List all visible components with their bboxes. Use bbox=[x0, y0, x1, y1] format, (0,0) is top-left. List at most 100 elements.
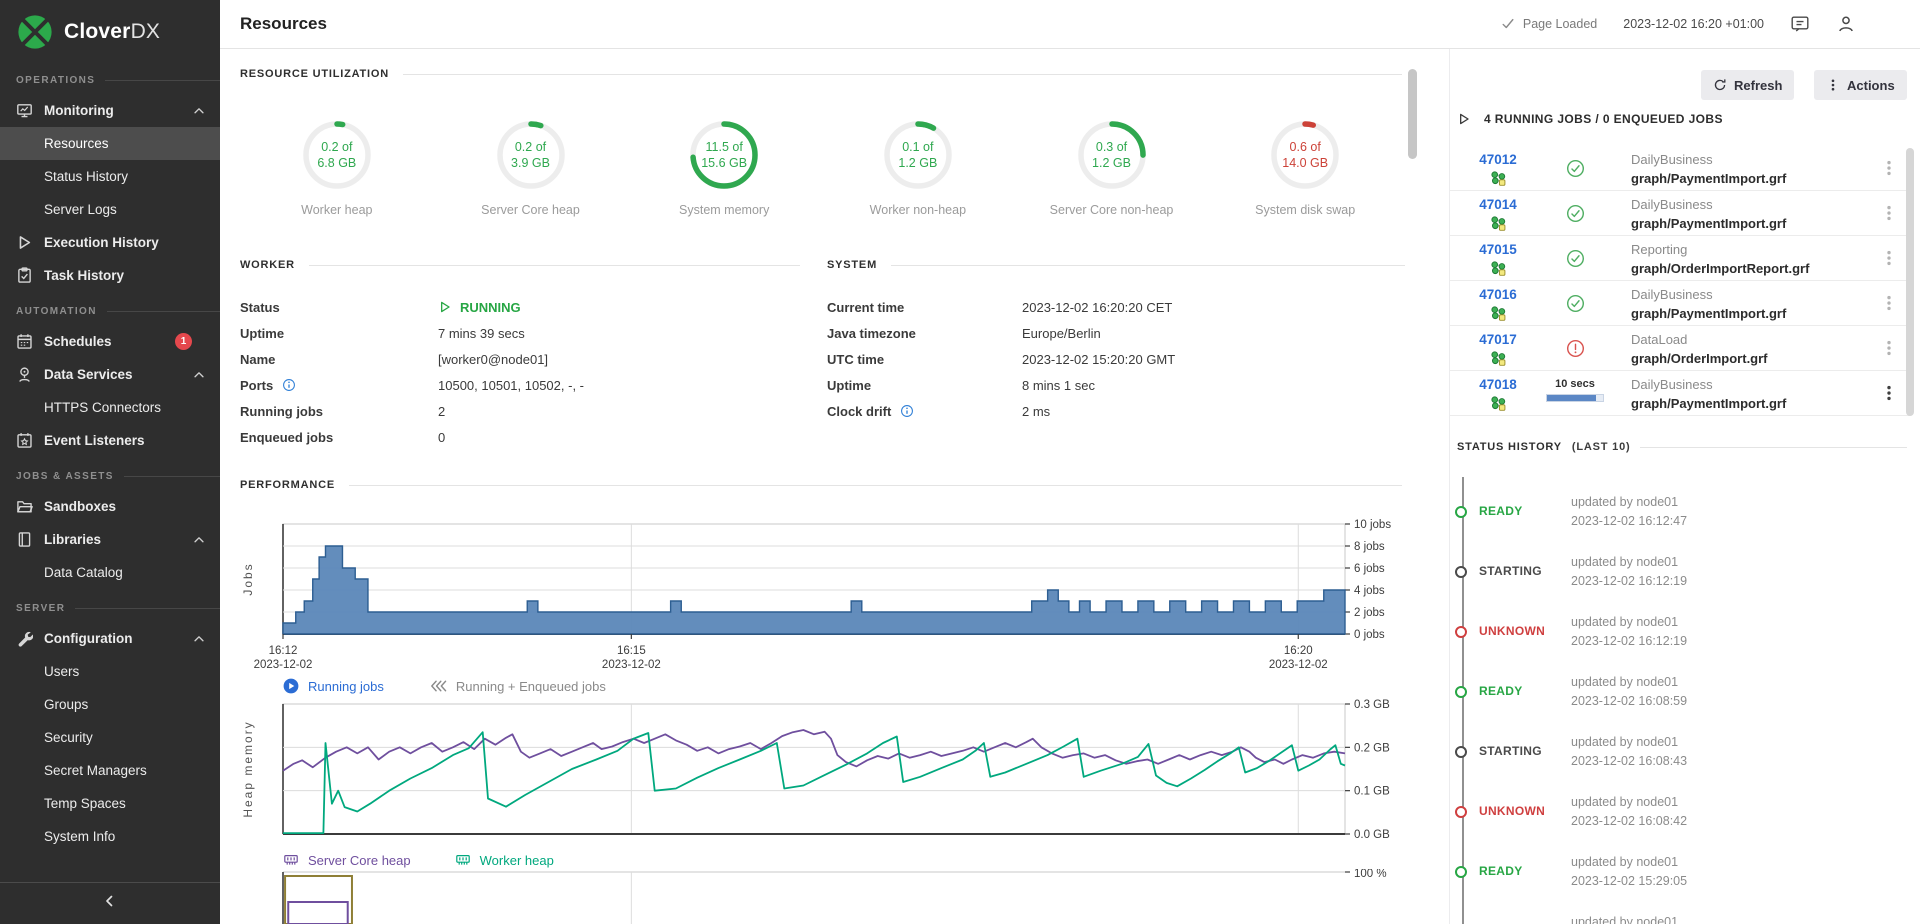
worker-label-running-jobs: Running jobs bbox=[240, 404, 438, 419]
page-load-status-label: Page Loaded bbox=[1523, 17, 1597, 31]
system-label-clock-drift: Clock drift bbox=[827, 404, 1022, 419]
sidebar-item-libraries[interactable]: Libraries bbox=[0, 523, 220, 556]
job-progress: 10 secs bbox=[1546, 378, 1604, 402]
feedback-icon[interactable] bbox=[1790, 14, 1810, 34]
sidebar-item-temp-spaces[interactable]: Temp Spaces bbox=[0, 787, 220, 820]
legend-worker-heap[interactable]: Worker heap bbox=[455, 852, 554, 868]
worker-label-status: Status bbox=[240, 300, 438, 315]
play-outline-icon bbox=[438, 300, 452, 314]
job-id-link[interactable]: 47018 bbox=[1479, 377, 1517, 392]
sidebar-item-schedules[interactable]: Schedules1 bbox=[0, 325, 220, 358]
row-label: Running jobs bbox=[240, 404, 323, 419]
job-id-block: 47017 bbox=[1468, 331, 1528, 367]
info-icon[interactable] bbox=[900, 404, 914, 418]
sidebar-item-execution-history[interactable]: Execution History bbox=[0, 226, 220, 259]
sidebar-item-users[interactable]: Users bbox=[0, 655, 220, 688]
job-id-block: 47018 bbox=[1468, 376, 1528, 412]
sidebar-item-resources[interactable]: Resources bbox=[0, 127, 220, 160]
sidebar-item-label: Resources bbox=[44, 136, 109, 151]
gauge-system-memory: 11.5 of15.6 GBSystem memory bbox=[627, 111, 821, 217]
timeline-dot bbox=[1455, 806, 1467, 818]
sidebar-item-task-history[interactable]: Task History bbox=[0, 259, 220, 292]
svg-text:0.1 GB: 0.1 GB bbox=[1354, 786, 1390, 798]
job-row-47014[interactable]: 47014DailyBusinessgraph/PaymentImport.gr… bbox=[1450, 191, 1910, 236]
sidebar-item-configuration[interactable]: Configuration bbox=[0, 622, 220, 655]
job-id-block: 47012 bbox=[1468, 151, 1528, 187]
history-status-label: READY bbox=[1479, 684, 1569, 698]
sidebar-item-event-listeners[interactable]: Event Listeners bbox=[0, 424, 220, 457]
worker-value-enqueued-jobs: 0 bbox=[438, 430, 445, 445]
job-row-47016[interactable]: 47016DailyBusinessgraph/PaymentImport.gr… bbox=[1450, 281, 1910, 326]
gauge-used: 0.2 of bbox=[321, 139, 352, 155]
sidebar-item-system-info[interactable]: System Info bbox=[0, 820, 220, 853]
job-menu-kebab-icon[interactable] bbox=[1880, 294, 1898, 312]
worker-label-enqueued-jobs: Enqueued jobs bbox=[240, 430, 438, 445]
gauge-value: 0.2 of6.8 GB bbox=[301, 119, 373, 191]
svg-text:16:12: 16:12 bbox=[269, 645, 298, 657]
history-status-label: UNKNOWN bbox=[1479, 804, 1569, 818]
sidebar-item-status-history[interactable]: Status History bbox=[0, 160, 220, 193]
job-row-47017[interactable]: 47017DataLoadgraph/OrderImport.grf bbox=[1450, 326, 1910, 371]
job-menu-kebab-icon[interactable] bbox=[1880, 204, 1898, 222]
gauge-server-core-non-heap: 0.3 of1.2 GBServer Core non-heap bbox=[1015, 111, 1209, 217]
logo: CloverDX bbox=[0, 0, 220, 61]
history-status-label: READY bbox=[1479, 504, 1569, 518]
gauge-label: Server Core non-heap bbox=[1050, 203, 1174, 217]
sidebar-item-sandboxes[interactable]: Sandboxes bbox=[0, 490, 220, 523]
legend-server-core-heap[interactable]: Server Core heap bbox=[283, 852, 411, 868]
panel-scrollbar-thumb[interactable] bbox=[1906, 148, 1914, 416]
job-name: DailyBusinessgraph/PaymentImport.grf bbox=[1631, 375, 1786, 413]
server-timestamp: 2023-12-02 16:20 +01:00 bbox=[1623, 17, 1764, 31]
sidebar-collapse-button[interactable] bbox=[0, 882, 220, 924]
svg-text:100 %: 100 % bbox=[1354, 869, 1387, 880]
job-menu-kebab-icon[interactable] bbox=[1880, 384, 1898, 402]
monitor-icon bbox=[16, 102, 33, 119]
graph-file-icon bbox=[1490, 170, 1507, 187]
section-divider bbox=[105, 80, 220, 81]
history-timestamp: 2023-12-02 15:29:05 bbox=[1571, 872, 1687, 891]
sidebar-item-label: HTTPS Connectors bbox=[44, 400, 161, 415]
job-row-47018[interactable]: 47018 10 secs DailyBusinessgraph/PaymentIm… bbox=[1450, 371, 1910, 416]
job-row-47012[interactable]: 47012DailyBusinessgraph/PaymentImport.gr… bbox=[1450, 146, 1910, 191]
job-menu-kebab-icon[interactable] bbox=[1880, 339, 1898, 357]
sidebar-item-label: Security bbox=[44, 730, 93, 745]
job-menu-kebab-icon[interactable] bbox=[1880, 159, 1898, 177]
sidebar-item-monitoring[interactable]: Monitoring bbox=[0, 94, 220, 127]
cloverdx-logo-icon bbox=[16, 13, 54, 51]
job-path: graph/PaymentImport.grf bbox=[1631, 169, 1786, 188]
actions-button[interactable]: Actions bbox=[1814, 70, 1907, 100]
play-outline-icon bbox=[1457, 112, 1471, 126]
svg-text:2 jobs: 2 jobs bbox=[1354, 607, 1385, 619]
worker-label-uptime: Uptime bbox=[240, 326, 438, 341]
status-text: RUNNING bbox=[460, 300, 521, 315]
worker-label-ports: Ports bbox=[240, 378, 438, 393]
job-id-link[interactable]: 47016 bbox=[1479, 287, 1517, 302]
row-label: Name bbox=[240, 352, 275, 367]
sidebar-item-groups[interactable]: Groups bbox=[0, 688, 220, 721]
job-row-47015[interactable]: 47015Reportinggraph/OrderImportReport.gr… bbox=[1450, 236, 1910, 281]
job-menu-kebab-icon[interactable] bbox=[1880, 249, 1898, 267]
sidebar-item-data-catalog[interactable]: Data Catalog bbox=[0, 556, 220, 589]
main-scrollbar-thumb[interactable] bbox=[1408, 69, 1417, 159]
refresh-button[interactable]: Refresh bbox=[1701, 70, 1794, 100]
user-icon[interactable] bbox=[1836, 14, 1856, 34]
job-id-link[interactable]: 47015 bbox=[1479, 242, 1517, 257]
info-icon[interactable] bbox=[282, 378, 296, 392]
job-id-link[interactable]: 47017 bbox=[1479, 332, 1517, 347]
topbar-right: Page Loaded 2023-12-02 16:20 +01:00 bbox=[1501, 14, 1920, 34]
sidebar-item-server-logs[interactable]: Server Logs bbox=[0, 193, 220, 226]
sidebar-item-security[interactable]: Security bbox=[0, 721, 220, 754]
job-id-link[interactable]: 47012 bbox=[1479, 152, 1517, 167]
job-path: graph/OrderImport.grf bbox=[1631, 349, 1768, 368]
sidebar-item-secret-managers[interactable]: Secret Managers bbox=[0, 754, 220, 787]
sidebar-item-data-services[interactable]: Data Services bbox=[0, 358, 220, 391]
history-timestamp: 2023-12-02 16:08:42 bbox=[1571, 812, 1687, 831]
gauge-label: Server Core heap bbox=[481, 203, 580, 217]
svg-text:0.2 GB: 0.2 GB bbox=[1354, 742, 1390, 754]
heap-chart-legend: Server Core heap Worker heap bbox=[283, 852, 554, 868]
sidebar-item-https-connectors[interactable]: HTTPS Connectors bbox=[0, 391, 220, 424]
system-row-current-time: Current time2023-12-02 16:20:20 CET bbox=[827, 294, 1405, 320]
sidebar-item-label: Sandboxes bbox=[44, 499, 116, 514]
job-id-link[interactable]: 47014 bbox=[1479, 197, 1517, 212]
check-circle-icon bbox=[1566, 159, 1585, 178]
